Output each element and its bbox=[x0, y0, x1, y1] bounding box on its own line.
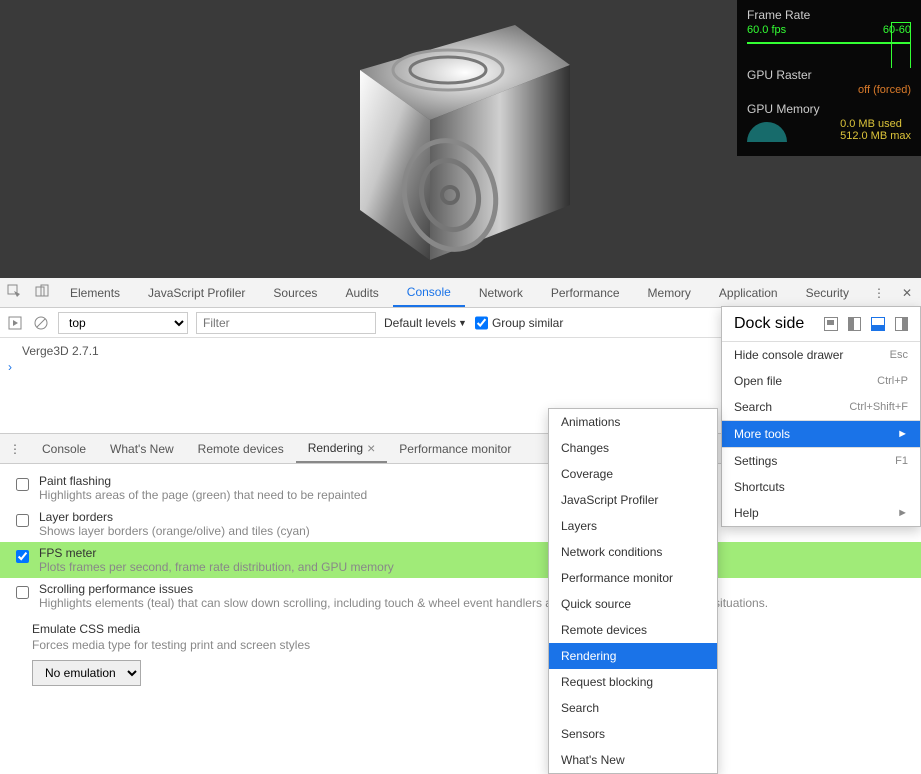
more-tools-submenu: AnimationsChangesCoverageJavaScript Prof… bbox=[548, 408, 718, 774]
submenu-item-performance-monitor[interactable]: Performance monitor bbox=[549, 565, 717, 591]
clear-icon[interactable] bbox=[32, 314, 50, 332]
menu-item-search[interactable]: SearchCtrl+Shift+F bbox=[722, 394, 920, 420]
option-title: Paint flashing bbox=[39, 474, 367, 488]
framerate-title: Frame Rate bbox=[747, 8, 911, 22]
emulate-css-section: Emulate CSS media Forces media type for … bbox=[0, 614, 921, 694]
submenu-item-sensors[interactable]: Sensors bbox=[549, 721, 717, 747]
tab-javascript-profiler[interactable]: JavaScript Profiler bbox=[134, 278, 259, 307]
dock-undock-icon[interactable] bbox=[824, 317, 837, 331]
drawer-tab-remote-devices[interactable]: Remote devices bbox=[186, 434, 296, 463]
checkbox[interactable] bbox=[16, 586, 29, 599]
dock-side-row: Dock side bbox=[722, 307, 920, 341]
main-menu-popup: Dock side Hide console drawerEscOpen fil… bbox=[721, 306, 921, 527]
option-title: Layer borders bbox=[39, 510, 310, 524]
checkbox[interactable] bbox=[16, 550, 29, 563]
submenu-item-layers[interactable]: Layers bbox=[549, 513, 717, 539]
option-sub: Plots frames per second, frame rate dist… bbox=[39, 560, 394, 574]
gpu-memory-title: GPU Memory bbox=[747, 102, 911, 116]
more-menu-icon[interactable]: ⋮ bbox=[865, 286, 893, 300]
devtools-tabs: ElementsJavaScript ProfilerSourcesAudits… bbox=[0, 278, 921, 308]
submenu-item-changes[interactable]: Changes bbox=[549, 435, 717, 461]
submenu-item-rendering[interactable]: Rendering bbox=[549, 643, 717, 669]
option-scrolling-performance-issues[interactable]: Scrolling performance issuesHighlights e… bbox=[0, 578, 921, 614]
menu-item-shortcuts[interactable]: Shortcuts bbox=[722, 474, 920, 500]
option-fps-meter[interactable]: FPS meterPlots frames per second, frame … bbox=[0, 542, 921, 578]
levels-select[interactable]: Default levels bbox=[384, 316, 456, 330]
checkbox[interactable] bbox=[16, 514, 29, 527]
dock-right-icon[interactable] bbox=[895, 317, 908, 331]
submenu-item-what-s-new[interactable]: What's New bbox=[549, 747, 717, 773]
drawer-tab-what-s-new[interactable]: What's New bbox=[98, 434, 186, 463]
group-similar-toggle[interactable]: Group similar bbox=[475, 312, 563, 334]
tab-elements[interactable]: Elements bbox=[56, 278, 134, 307]
submenu-item-search[interactable]: Search bbox=[549, 695, 717, 721]
close-icon[interactable]: ✕ bbox=[893, 286, 921, 300]
gpu-mem-used: 0.0 MB used bbox=[840, 118, 911, 130]
submenu-item-animations[interactable]: Animations bbox=[549, 409, 717, 435]
tab-memory[interactable]: Memory bbox=[634, 278, 705, 307]
tab-sources[interactable]: Sources bbox=[259, 278, 331, 307]
menu-item-hide-console-drawer[interactable]: Hide console drawerEsc bbox=[722, 342, 920, 368]
tab-console[interactable]: Console bbox=[393, 278, 465, 307]
drawer-tab-performance-monitor[interactable]: Performance monitor bbox=[387, 434, 523, 463]
gpu-raster-status: off (forced) bbox=[858, 84, 911, 96]
group-similar-checkbox[interactable] bbox=[475, 312, 488, 334]
submenu-item-javascript-profiler[interactable]: JavaScript Profiler bbox=[549, 487, 717, 513]
tab-network[interactable]: Network bbox=[465, 278, 537, 307]
submenu-item-network-conditions[interactable]: Network conditions bbox=[549, 539, 717, 565]
play-icon[interactable] bbox=[6, 314, 24, 332]
tab-performance[interactable]: Performance bbox=[537, 278, 634, 307]
render-viewport[interactable]: Frame Rate 60.0 fps 60-60 GPU Raster off… bbox=[0, 0, 921, 278]
cube-3d bbox=[300, 10, 600, 270]
menu-item-settings[interactable]: SettingsF1 bbox=[722, 448, 920, 474]
tab-audits[interactable]: Audits bbox=[331, 278, 392, 307]
drawer-tab-console[interactable]: Console bbox=[30, 434, 98, 463]
submenu-item-request-blocking[interactable]: Request blocking bbox=[549, 669, 717, 695]
inspect-icon[interactable] bbox=[0, 284, 28, 301]
device-toggle-icon[interactable] bbox=[28, 284, 56, 301]
drawer-tab-rendering[interactable]: Rendering× bbox=[296, 434, 388, 463]
tab-application[interactable]: Application bbox=[705, 278, 792, 307]
dock-left-icon[interactable] bbox=[848, 317, 861, 331]
stats-overlay: Frame Rate 60.0 fps 60-60 GPU Raster off… bbox=[737, 0, 921, 156]
fps-value: 60.0 fps bbox=[747, 24, 786, 36]
option-sub: Highlights areas of the page (green) tha… bbox=[39, 488, 367, 502]
submenu-item-coverage[interactable]: Coverage bbox=[549, 461, 717, 487]
submenu-item-quick-source[interactable]: Quick source bbox=[549, 591, 717, 617]
filter-input[interactable] bbox=[196, 312, 376, 334]
submenu-item-remote-devices[interactable]: Remote devices bbox=[549, 617, 717, 643]
checkbox[interactable] bbox=[16, 478, 29, 491]
gpu-raster-title: GPU Raster bbox=[747, 68, 911, 82]
menu-item-more-tools[interactable]: More tools► bbox=[722, 421, 920, 447]
menu-item-help[interactable]: Help► bbox=[722, 500, 920, 526]
option-title: FPS meter bbox=[39, 546, 394, 560]
gpu-mem-max: 512.0 MB max bbox=[840, 130, 911, 142]
menu-item-open-file[interactable]: Open fileCtrl+P bbox=[722, 368, 920, 394]
emulate-css-select[interactable]: No emulation bbox=[32, 660, 141, 686]
context-select[interactable]: top bbox=[58, 312, 188, 334]
option-sub: Shows layer borders (orange/olive) and t… bbox=[39, 524, 310, 538]
tab-security[interactable]: Security bbox=[792, 278, 863, 307]
drawer-menu-icon[interactable]: ⋮ bbox=[0, 442, 30, 456]
close-icon[interactable]: × bbox=[367, 440, 375, 456]
console-prompt-icon: › bbox=[8, 360, 12, 374]
dock-bottom-icon[interactable] bbox=[871, 317, 884, 331]
